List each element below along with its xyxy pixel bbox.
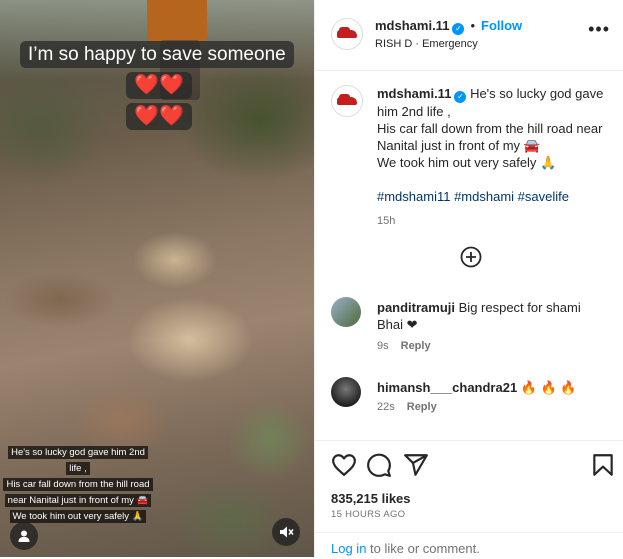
likes-count[interactable]: 835,215 likes bbox=[331, 491, 411, 506]
audio-info[interactable]: RISH D · Emergency bbox=[375, 38, 478, 50]
comment-meta: 9s Reply bbox=[377, 340, 443, 352]
author-avatar[interactable] bbox=[331, 18, 363, 50]
reply-button[interactable]: Reply bbox=[401, 340, 431, 352]
video-caption-line: His car fall down from the hill road bbox=[3, 478, 153, 491]
login-prompt-text: to like or comment. bbox=[370, 541, 480, 556]
comment-text: panditramuji Big respect for shami Bhai … bbox=[377, 299, 597, 333]
login-prompt: Log in to like or comment. bbox=[331, 541, 480, 556]
audio-title: Emergency bbox=[422, 38, 478, 50]
audio-artist: RISH D bbox=[375, 38, 413, 50]
header-user-row: mdshami.11 ✓ • Follow bbox=[375, 17, 522, 35]
verified-badge-icon: ✓ bbox=[454, 91, 467, 103]
reply-button[interactable]: Reply bbox=[407, 401, 437, 413]
bookmark-icon[interactable] bbox=[590, 452, 616, 478]
verified-badge-icon: ✓ bbox=[452, 23, 465, 35]
video-caption-line: near Nanital just in front of my 🚘 bbox=[4, 494, 152, 507]
caption-username[interactable]: mdshami.11 bbox=[377, 86, 451, 101]
heart-icon[interactable] bbox=[331, 452, 357, 478]
post-side-panel: mdshami.11 ✓ • Follow RISH D · Emergency ••… bbox=[314, 0, 623, 557]
overlay-text-line: I’m so happy to save someone bbox=[28, 44, 286, 65]
comment-text: himansh___chandra21 🔥 🔥 🔥 bbox=[377, 379, 597, 396]
post-header: mdshami.11 ✓ • Follow RISH D · Emergency ••… bbox=[315, 0, 623, 71]
more-options-icon[interactable]: ••• bbox=[588, 20, 610, 38]
speaker-muted-icon bbox=[280, 526, 294, 538]
car-logo bbox=[337, 30, 357, 38]
video-caption-line: We took him out very safely 🙏 bbox=[9, 510, 147, 523]
comment-icon[interactable] bbox=[366, 452, 392, 478]
tagged-users-button[interactable] bbox=[10, 522, 38, 550]
hashtags[interactable]: #mdshami11 #mdshami #savelife bbox=[377, 189, 569, 204]
caption-author-avatar[interactable] bbox=[331, 85, 363, 117]
commenter-avatar[interactable] bbox=[331, 377, 361, 407]
caption-time[interactable]: 15h bbox=[377, 213, 607, 230]
overlay-hearts-second: ❤️❤️ bbox=[134, 105, 184, 127]
caption-line-2: His car fall down from the hill road nea… bbox=[377, 121, 603, 153]
load-more-comments-icon[interactable] bbox=[460, 246, 482, 268]
car-logo bbox=[337, 97, 357, 105]
comment-time: 22s bbox=[377, 401, 395, 413]
commenter-username[interactable]: himansh___chandra21 bbox=[377, 380, 517, 395]
comment-time: 9s bbox=[377, 340, 389, 352]
overlay-hearts: ❤️❤️ bbox=[134, 74, 184, 96]
video-caption-line: He's so lucky god gave him 2nd life , bbox=[8, 446, 148, 475]
audio-separator: · bbox=[415, 38, 420, 50]
mute-button[interactable] bbox=[272, 518, 300, 546]
video-caption-overlay: He's so lucky god gave him 2nd life , Hi… bbox=[3, 445, 153, 525]
post-actions: 835,215 likes 15 HOURS AGO Log in to lik… bbox=[315, 440, 623, 558]
commenter-username[interactable]: panditramuji bbox=[377, 300, 455, 315]
login-link[interactable]: Log in bbox=[331, 541, 366, 556]
follow-button[interactable]: Follow bbox=[481, 18, 522, 33]
caption-line-3: We took him out very safely 🙏 bbox=[377, 155, 557, 170]
login-row: Log in to like or comment. bbox=[315, 532, 623, 559]
video-overlay-text: I’m so happy to save someone ❤️❤️ ❤️❤️ bbox=[20, 40, 298, 132]
person-in-video bbox=[147, 0, 207, 42]
commenter-avatar[interactable] bbox=[331, 297, 361, 327]
caption-text: mdshami.11 ✓ He's so lucky god gave him 2… bbox=[377, 85, 607, 230]
author-username[interactable]: mdshami.11 bbox=[375, 18, 449, 33]
comment-body: 🔥 🔥 🔥 bbox=[520, 380, 577, 395]
comment-meta: 22s Reply bbox=[377, 401, 449, 413]
post-video[interactable]: I’m so happy to save someone ❤️❤️ ❤️❤️ H… bbox=[0, 0, 314, 557]
share-icon[interactable] bbox=[403, 452, 429, 478]
header-separator: • bbox=[470, 18, 475, 33]
post-time-ago[interactable]: 15 HOURS AGO bbox=[331, 509, 405, 520]
user-icon bbox=[18, 530, 30, 542]
